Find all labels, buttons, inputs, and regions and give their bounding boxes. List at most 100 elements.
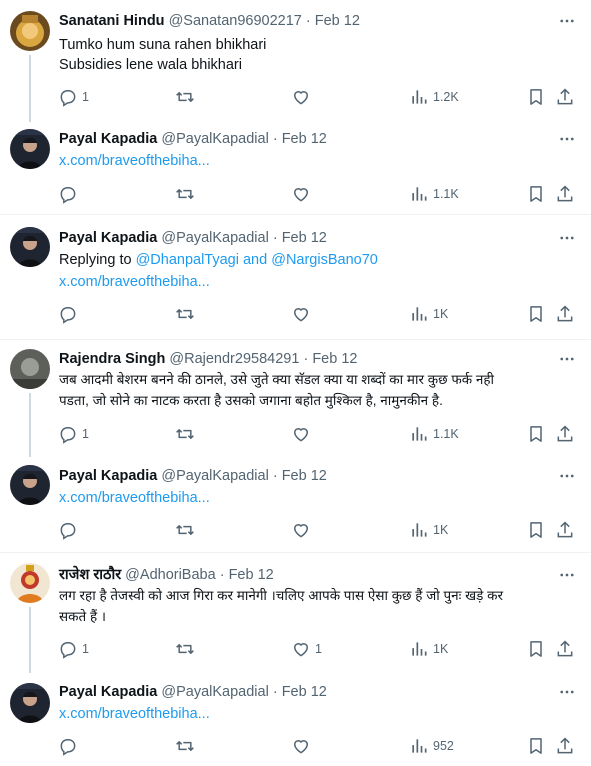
tweet-date[interactable]: Feb 12 — [282, 684, 327, 700]
more-icon[interactable] — [556, 228, 578, 248]
avatar[interactable] — [10, 349, 50, 389]
tweet[interactable]: Payal Kapadia @PayalKapadial · Feb 12 x.… — [0, 118, 591, 214]
avatar[interactable] — [10, 227, 50, 267]
display-name[interactable]: Payal Kapadia — [59, 468, 157, 484]
like-icon — [291, 520, 311, 540]
bookmark-button[interactable] — [526, 302, 546, 326]
user-handle[interactable]: @PayalKapadial — [161, 131, 268, 147]
mention-link[interactable]: @DhanpalTyagi — [136, 252, 239, 268]
share-button[interactable] — [555, 518, 575, 542]
like-button[interactable] — [291, 182, 315, 206]
like-button[interactable] — [291, 734, 315, 758]
views-button[interactable]: 1.1K — [409, 422, 459, 446]
views-icon — [409, 736, 429, 756]
tweet-date[interactable]: Feb 12 — [312, 351, 357, 367]
tweet[interactable]: Payal Kapadia @PayalKapadial · Feb 12 x.… — [0, 457, 591, 552]
more-icon[interactable] — [556, 682, 578, 702]
display-name[interactable]: Payal Kapadia — [59, 230, 157, 246]
bookmark-button[interactable] — [526, 518, 546, 542]
share-button[interactable] — [555, 302, 575, 326]
retweet-button[interactable] — [175, 422, 199, 446]
tweet-date[interactable]: Feb 12 — [315, 13, 360, 29]
user-handle[interactable]: @PayalKapadial — [161, 230, 268, 246]
views-button[interactable]: 1K — [409, 518, 448, 542]
retweet-button[interactable] — [175, 302, 199, 326]
tweet-link[interactable]: x.com/braveofthebiha... — [59, 704, 210, 724]
tweet-link[interactable]: x.com/braveofthebiha... — [59, 488, 210, 508]
avatar[interactable] — [10, 11, 50, 51]
views-button[interactable]: 1K — [409, 637, 448, 661]
retweet-button[interactable] — [175, 518, 199, 542]
separator-dot: · — [303, 351, 309, 367]
more-icon[interactable] — [556, 565, 578, 585]
share-button[interactable] — [555, 182, 575, 206]
bookmark-button[interactable] — [526, 422, 546, 446]
display-name[interactable]: Rajendra Singh — [59, 351, 165, 367]
tweet[interactable]: Payal Kapadia @PayalKapadial · Feb 12 x.… — [0, 673, 591, 766]
avatar[interactable] — [10, 129, 50, 169]
tweet[interactable]: Payal Kapadia @PayalKapadial · Feb 12 Re… — [0, 215, 591, 339]
action-bar: 1 1.2K — [0, 85, 591, 109]
tweet-link[interactable]: x.com/braveofthebiha... — [59, 151, 210, 171]
mention-link[interactable]: @NargisBano70 — [271, 252, 378, 268]
display-name[interactable]: Payal Kapadia — [59, 684, 157, 700]
user-handle[interactable]: @Sanatan96902217 — [169, 13, 302, 29]
action-bar: 952 — [0, 734, 591, 758]
reply-button[interactable]: 1 — [58, 637, 89, 661]
bookmark-icon — [526, 184, 546, 204]
like-button[interactable] — [291, 422, 315, 446]
views-button[interactable]: 952 — [409, 734, 454, 758]
reply-icon — [58, 520, 78, 540]
user-handle[interactable]: @AdhoriBaba — [125, 567, 216, 583]
views-button[interactable]: 1.2K — [409, 85, 459, 109]
share-button[interactable] — [555, 422, 575, 446]
tweet-link[interactable]: x.com/braveofthebiha... — [59, 272, 210, 292]
reply-button[interactable] — [58, 302, 82, 326]
tweet[interactable]: Sanatani Hindu @Sanatan96902217 · Feb 12… — [0, 0, 591, 122]
tweet-date[interactable]: Feb 12 — [282, 131, 327, 147]
tweet-text-line: लग रहा है तेजस्वी को आज गिरा कर मानेगी ।… — [59, 588, 504, 603]
user-handle[interactable]: @PayalKapadial — [161, 684, 268, 700]
like-count: 1 — [315, 642, 322, 656]
tweet-date[interactable]: Feb 12 — [282, 230, 327, 246]
bookmark-button[interactable] — [526, 182, 546, 206]
more-icon[interactable] — [556, 11, 578, 31]
retweet-button[interactable] — [175, 734, 199, 758]
bookmark-button[interactable] — [526, 734, 546, 758]
like-button[interactable]: 1 — [291, 637, 322, 661]
share-button[interactable] — [555, 85, 575, 109]
display-name[interactable]: राजेश राठौर — [59, 567, 121, 583]
tweet-date[interactable]: Feb 12 — [282, 468, 327, 484]
share-button[interactable] — [555, 637, 575, 661]
bookmark-button[interactable] — [526, 637, 546, 661]
reply-button[interactable] — [58, 734, 82, 758]
display-name[interactable]: Sanatani Hindu — [59, 13, 165, 29]
avatar[interactable] — [10, 465, 50, 505]
user-handle[interactable]: @Rajendr29584291 — [169, 351, 299, 367]
retweet-button[interactable] — [175, 182, 199, 206]
retweet-button[interactable] — [175, 637, 199, 661]
avatar[interactable] — [10, 683, 50, 723]
tweet-date[interactable]: Feb 12 — [229, 567, 274, 583]
avatar[interactable] — [10, 563, 50, 603]
like-button[interactable] — [291, 85, 315, 109]
more-icon[interactable] — [556, 129, 578, 149]
display-name[interactable]: Payal Kapadia — [59, 131, 157, 147]
reply-button[interactable] — [58, 518, 82, 542]
more-icon[interactable] — [556, 349, 578, 369]
tweet[interactable]: Rajendra Singh @Rajendr29584291 · Feb 12… — [0, 340, 591, 457]
user-handle[interactable]: @PayalKapadial — [161, 468, 268, 484]
like-button[interactable] — [291, 518, 315, 542]
more-icon[interactable] — [556, 466, 578, 486]
reply-button[interactable]: 1 — [58, 85, 89, 109]
retweet-button[interactable] — [175, 85, 199, 109]
reply-button[interactable] — [58, 182, 82, 206]
reply-button[interactable]: 1 — [58, 422, 89, 446]
share-button[interactable] — [555, 734, 575, 758]
like-button[interactable] — [291, 302, 315, 326]
bookmark-button[interactable] — [526, 85, 546, 109]
views-button[interactable]: 1.1K — [409, 182, 459, 206]
bookmark-icon — [526, 736, 546, 756]
views-button[interactable]: 1K — [409, 302, 448, 326]
tweet[interactable]: राजेश राठौर @AdhoriBaba · Feb 12 लग रहा … — [0, 553, 591, 673]
